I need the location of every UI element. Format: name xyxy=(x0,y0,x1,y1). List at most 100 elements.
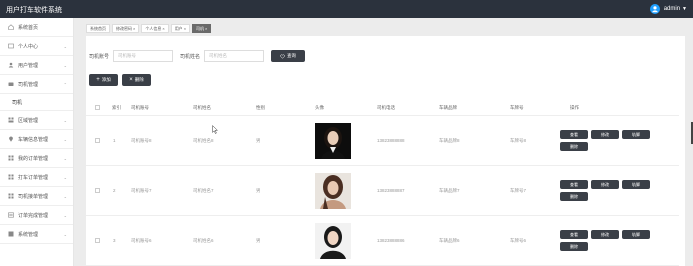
sidebar-item-region[interactable]: 区域管理 ⌄ xyxy=(0,111,73,130)
username: admin xyxy=(663,6,681,12)
tab-drivers[interactable]: 司机× xyxy=(192,24,212,33)
sidebar-item-label: 区域管理 xyxy=(18,117,39,124)
delete-button[interactable]: × 删除 xyxy=(122,74,151,86)
sidebar-item-label: 我的订单管理 xyxy=(18,155,49,162)
track-button[interactable]: 轨脚 xyxy=(622,180,650,189)
tab-label: 个人信息 xyxy=(145,26,162,31)
tab-change-password[interactable]: 修改密码× xyxy=(112,24,140,33)
tab-label: 用户 xyxy=(174,26,183,31)
row-checkbox[interactable] xyxy=(95,188,100,193)
column-header: 头像 xyxy=(315,105,324,110)
table-row: 2 司机账号7 司机姓名7 男 13823888887 车辆品牌7 车牌号7 查… xyxy=(86,166,679,216)
plate-number: 车牌号8 xyxy=(510,138,527,143)
users-icon xyxy=(8,62,14,68)
tab-label: 修改密码 xyxy=(116,26,132,31)
close-icon[interactable]: × xyxy=(205,26,207,31)
grid-icon xyxy=(8,174,14,180)
sidebar-item-label: 系统管理 xyxy=(18,231,39,238)
plate-number: 车牌号7 xyxy=(510,188,527,193)
x-icon: × xyxy=(129,77,133,83)
sidebar-item-label: 系统首页 xyxy=(18,24,39,31)
column-header: 操作 xyxy=(570,105,579,110)
sidebar-item-drivers[interactable]: 司机管理 ⌃ xyxy=(0,75,73,94)
plus-icon: + xyxy=(96,77,100,83)
row-actions: 查看 修改 轨脚 删除 xyxy=(560,230,650,251)
driver-photo xyxy=(315,223,351,259)
driver-name: 司机姓名8 xyxy=(193,138,214,143)
chevron-down-icon: ⌄ xyxy=(63,44,67,49)
sidebar: 系统首页 个人中心 ⌄ 用户管理 ⌄ 司机管理 ⌃ 司机 区域管理 ⌄ 车辆信息… xyxy=(0,18,74,266)
sidebar-item-label: 订单完成管理 xyxy=(18,212,49,219)
list-icon xyxy=(8,212,14,218)
driver-photo xyxy=(315,123,351,159)
close-icon[interactable]: × xyxy=(184,26,186,31)
sidebar-item-taxi-orders[interactable]: 打车订单管理 ⌄ xyxy=(0,168,73,187)
driver-name: 司机姓名6 xyxy=(193,238,214,243)
column-header: 司机电话 xyxy=(377,105,395,110)
sidebar-item-label: 车辆信息管理 xyxy=(18,136,49,143)
sidebar-item-profile[interactable]: 个人中心 ⌄ xyxy=(0,37,73,56)
row-checkbox[interactable] xyxy=(95,238,100,243)
edit-button[interactable]: 修改 xyxy=(591,130,619,139)
track-button[interactable]: 轨脚 xyxy=(622,130,650,139)
sidebar-item-completed-orders[interactable]: 订单完成管理 ⌄ xyxy=(0,206,73,225)
view-button[interactable]: 查看 xyxy=(560,130,588,139)
edit-button[interactable]: 修改 xyxy=(591,230,619,239)
sidebar-item-vehicles[interactable]: 车辆信息管理 ⌄ xyxy=(0,130,73,149)
table-row: 3 司机账号6 司机姓名6 男 13823888886 车辆品牌6 车牌号6 查… xyxy=(86,216,679,266)
row-checkbox[interactable] xyxy=(95,138,100,143)
driver-account: 司机账号6 xyxy=(131,238,152,243)
driver-photo xyxy=(315,173,351,209)
column-header: 索引 xyxy=(112,105,121,110)
tab-personal-info[interactable]: 个人信息× xyxy=(141,24,169,33)
sidebar-item-users[interactable]: 用户管理 ⌄ xyxy=(0,56,73,75)
action-bar: + 添加 × 删除 xyxy=(89,74,151,86)
track-button[interactable]: 轨脚 xyxy=(622,230,650,239)
search-button[interactable]: 查询 xyxy=(271,50,306,62)
select-all-checkbox[interactable] xyxy=(95,105,100,110)
tab-label: 司机 xyxy=(196,26,205,31)
home-icon xyxy=(8,24,14,30)
column-header: 性别 xyxy=(256,105,265,110)
user-menu[interactable]: admin ▼ xyxy=(649,3,687,15)
close-icon[interactable]: × xyxy=(133,26,135,31)
sidebar-item-accept-orders[interactable]: 司机接单管理 ⌄ xyxy=(0,187,73,206)
view-button[interactable]: 查看 xyxy=(560,180,588,189)
add-button[interactable]: + 添加 xyxy=(89,74,118,86)
pin-icon xyxy=(8,136,14,142)
driver-account-input[interactable]: 司机账号 xyxy=(113,50,174,62)
sidebar-item-label: 打车订单管理 xyxy=(18,174,49,181)
chevron-down-icon: ⌄ xyxy=(63,137,67,142)
driver-phone: 13823888886 xyxy=(377,238,405,243)
sidebar-item-my-orders[interactable]: 我的订单管理 ⌄ xyxy=(0,149,73,168)
sidebar-subitem-driver[interactable]: 司机 xyxy=(0,94,73,111)
heart-icon xyxy=(280,54,285,59)
driver-name: 司机姓名7 xyxy=(193,188,214,193)
row-delete-button[interactable]: 删除 xyxy=(560,192,588,201)
sidebar-item-label: 个人中心 xyxy=(18,43,39,50)
grid-icon xyxy=(8,155,14,161)
column-header: 司机姓名 xyxy=(193,105,211,110)
chevron-up-icon: ⌃ xyxy=(63,82,67,87)
row-index: 3 xyxy=(113,238,116,243)
row-delete-button[interactable]: 删除 xyxy=(560,142,588,151)
sidebar-item-label: 用户管理 xyxy=(18,62,39,69)
driver-name-input[interactable]: 司机姓名 xyxy=(204,50,265,62)
chevron-down-icon: ⌄ xyxy=(63,156,67,161)
tab-bar: 系统首页 修改密码× 个人信息× 用户× 司机× xyxy=(86,24,212,33)
chevron-down-icon: ⌄ xyxy=(63,213,67,218)
chevron-down-icon: ⌄ xyxy=(63,194,67,199)
table-row: 1 司机账号8 司机姓名8 男 13823888888 车辆品牌8 车牌号8 查… xyxy=(86,116,679,166)
row-delete-button[interactable]: 删除 xyxy=(560,242,588,251)
view-button[interactable]: 查看 xyxy=(560,230,588,239)
driver-name-label: 司机姓名 xyxy=(180,53,201,60)
tab-users[interactable]: 用户× xyxy=(170,24,191,33)
close-icon[interactable]: × xyxy=(162,26,164,31)
driver-gender: 男 xyxy=(256,238,261,243)
grid-icon xyxy=(8,117,14,123)
edit-button[interactable]: 修改 xyxy=(591,180,619,189)
sidebar-item-home[interactable]: 系统首页 xyxy=(0,18,73,37)
chevron-down-icon: ⌄ xyxy=(63,63,67,68)
sidebar-item-system[interactable]: 系统管理 ⌄ xyxy=(0,225,73,244)
tab-home[interactable]: 系统首页 xyxy=(86,24,110,33)
